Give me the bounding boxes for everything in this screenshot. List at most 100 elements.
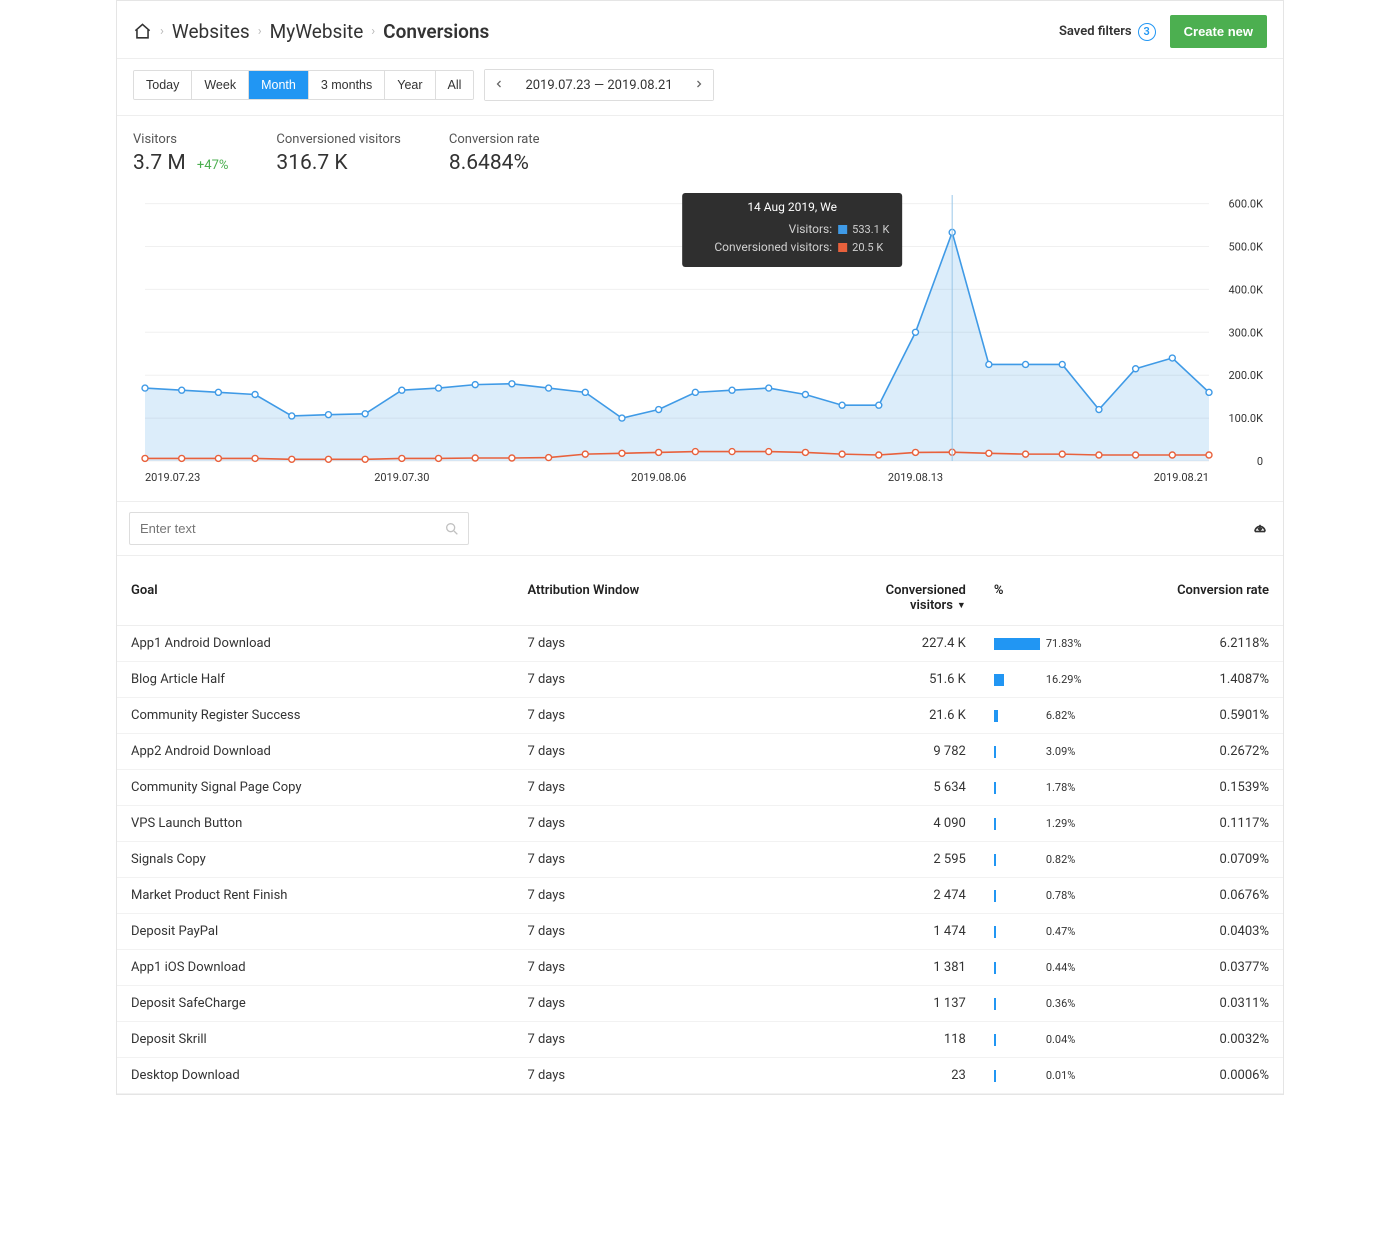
cell-conv-visitors: 2 595 <box>817 842 980 878</box>
svg-text:200.0K: 200.0K <box>1228 369 1263 382</box>
metric-visitors: Visitors 3.7 M +47% <box>133 132 228 175</box>
sort-desc-icon: ▼ <box>957 601 966 611</box>
col-conversion-rate[interactable]: Conversion rate <box>1120 556 1283 626</box>
cell-conv-visitors: 118 <box>817 1022 980 1058</box>
cell-percent: 71.83% <box>980 626 1120 662</box>
cell-percent: 0.01% <box>980 1058 1120 1094</box>
chevron-right-icon: › <box>258 24 262 39</box>
date-prev-button[interactable] <box>485 70 513 100</box>
cell-goal: Deposit SafeCharge <box>117 986 513 1022</box>
cell-goal: App1 Android Download <box>117 626 513 662</box>
create-new-button[interactable]: Create new <box>1170 15 1267 48</box>
cell-conv-visitors: 2 474 <box>817 878 980 914</box>
cell-conv-visitors: 4 090 <box>817 806 980 842</box>
table-row[interactable]: App1 Android Download7 days227.4 K71.83%… <box>117 626 1283 662</box>
cell-conv-rate: 0.0377% <box>1120 950 1283 986</box>
table-row[interactable]: App2 Android Download7 days9 7823.09%0.2… <box>117 734 1283 770</box>
cell-window: 7 days <box>513 734 816 770</box>
cell-conv-visitors: 227.4 K <box>817 626 980 662</box>
date-next-button[interactable] <box>685 70 713 100</box>
cell-conv-rate: 6.2118% <box>1120 626 1283 662</box>
svg-text:2019.08.13: 2019.08.13 <box>888 471 943 484</box>
svg-text:Visitors:: Visitors: <box>789 222 833 236</box>
svg-text:2019.08.06: 2019.08.06 <box>631 471 686 484</box>
period-toolbar: TodayWeekMonth3 monthsYearAll 2019.07.23… <box>117 59 1283 116</box>
cell-conv-rate: 0.1539% <box>1120 770 1283 806</box>
cell-percent: 0.78% <box>980 878 1120 914</box>
chevron-right-icon: › <box>371 24 375 39</box>
download-icon[interactable] <box>1249 518 1271 540</box>
period-tab-month[interactable]: Month <box>249 71 309 99</box>
cell-goal: Deposit PayPal <box>117 914 513 950</box>
search-box[interactable] <box>129 512 469 545</box>
cell-window: 7 days <box>513 950 816 986</box>
svg-text:100.0K: 100.0K <box>1228 412 1263 425</box>
svg-text:500.0K: 500.0K <box>1228 240 1263 253</box>
metric-delta: +47% <box>197 158 229 173</box>
col-conversioned-visitors[interactable]: Conversioned visitors▼ <box>817 556 980 626</box>
metric-label: Conversioned visitors <box>276 132 400 147</box>
svg-text:600.0K: 600.0K <box>1228 198 1263 211</box>
breadcrumb-current: Conversions <box>383 20 489 43</box>
date-range-picker[interactable]: 2019.07.23 — 2019.08.21 <box>484 69 713 101</box>
cell-window: 7 days <box>513 878 816 914</box>
cell-percent: 1.29% <box>980 806 1120 842</box>
svg-text:300.0K: 300.0K <box>1228 326 1263 339</box>
svg-text:2019.08.21: 2019.08.21 <box>1154 471 1209 484</box>
saved-filters-link[interactable]: Saved filters 3 <box>1059 23 1156 41</box>
metric-value: 3.7 M <box>133 151 186 175</box>
cell-percent: 0.36% <box>980 986 1120 1022</box>
cell-percent: 0.04% <box>980 1022 1120 1058</box>
table-row[interactable]: App1 iOS Download7 days1 3810.44%0.0377% <box>117 950 1283 986</box>
cell-window: 7 days <box>513 986 816 1022</box>
period-tab-today[interactable]: Today <box>134 71 192 99</box>
table-row[interactable]: Signals Copy7 days2 5950.82%0.0709% <box>117 842 1283 878</box>
cell-conv-rate: 0.0032% <box>1120 1022 1283 1058</box>
period-tab-year[interactable]: Year <box>385 71 435 99</box>
cell-conv-rate: 0.0311% <box>1120 986 1283 1022</box>
table-row[interactable]: Community Register Success7 days21.6 K6.… <box>117 698 1283 734</box>
table-row[interactable]: Community Signal Page Copy7 days5 6341.7… <box>117 770 1283 806</box>
cell-conv-visitors: 51.6 K <box>817 662 980 698</box>
cell-goal: VPS Launch Button <box>117 806 513 842</box>
col-window[interactable]: Attribution Window <box>513 556 816 626</box>
table-row[interactable]: VPS Launch Button7 days4 0901.29%0.1117% <box>117 806 1283 842</box>
table-row[interactable]: Market Product Rent Finish7 days2 4740.7… <box>117 878 1283 914</box>
cell-goal: Deposit Skrill <box>117 1022 513 1058</box>
cell-conv-rate: 0.2672% <box>1120 734 1283 770</box>
period-tab-3-months[interactable]: 3 months <box>309 71 385 99</box>
table-row[interactable]: Deposit PayPal7 days1 4740.47%0.0403% <box>117 914 1283 950</box>
svg-text:2019.07.23: 2019.07.23 <box>145 471 200 484</box>
svg-text:20.5 K: 20.5 K <box>852 241 883 254</box>
summary-metrics: Visitors 3.7 M +47% Conversioned visitor… <box>117 116 1283 183</box>
cell-conv-visitors: 1 137 <box>817 986 980 1022</box>
saved-filters-count-badge: 3 <box>1138 23 1156 41</box>
breadcrumb-link-websites[interactable]: Websites <box>172 20 250 43</box>
breadcrumb-link-mywebsite[interactable]: MyWebsite <box>270 20 364 43</box>
cell-conv-rate: 0.0006% <box>1120 1058 1283 1094</box>
metric-label: Conversion rate <box>449 132 540 147</box>
cell-window: 7 days <box>513 842 816 878</box>
col-goal[interactable]: Goal <box>117 556 513 626</box>
svg-text:400.0K: 400.0K <box>1228 283 1263 296</box>
cell-percent: 16.29% <box>980 662 1120 698</box>
cell-goal: Community Register Success <box>117 698 513 734</box>
table-row[interactable]: Desktop Download7 days230.01%0.0006% <box>117 1058 1283 1094</box>
breadcrumb: › Websites › MyWebsite › Conversions <box>133 20 489 43</box>
date-range-text: 2019.07.23 — 2019.08.21 <box>513 78 684 93</box>
cell-conv-rate: 0.0709% <box>1120 842 1283 878</box>
cell-window: 7 days <box>513 806 816 842</box>
cell-percent: 0.44% <box>980 950 1120 986</box>
col-percent[interactable]: % <box>980 556 1120 626</box>
search-input[interactable] <box>130 513 444 544</box>
table-toolbar <box>117 501 1283 556</box>
table-row[interactable]: Deposit Skrill7 days1180.04%0.0032% <box>117 1022 1283 1058</box>
cell-goal: App2 Android Download <box>117 734 513 770</box>
chart-tooltip: 14 Aug 2019, WeVisitors:533.1 KConversio… <box>682 193 902 267</box>
period-tab-week[interactable]: Week <box>192 71 249 99</box>
period-tab-all[interactable]: All <box>436 71 474 99</box>
table-row[interactable]: Deposit SafeCharge7 days1 1370.36%0.0311… <box>117 986 1283 1022</box>
cell-window: 7 days <box>513 770 816 806</box>
home-icon[interactable] <box>133 22 152 41</box>
table-row[interactable]: Blog Article Half7 days51.6 K16.29%1.408… <box>117 662 1283 698</box>
